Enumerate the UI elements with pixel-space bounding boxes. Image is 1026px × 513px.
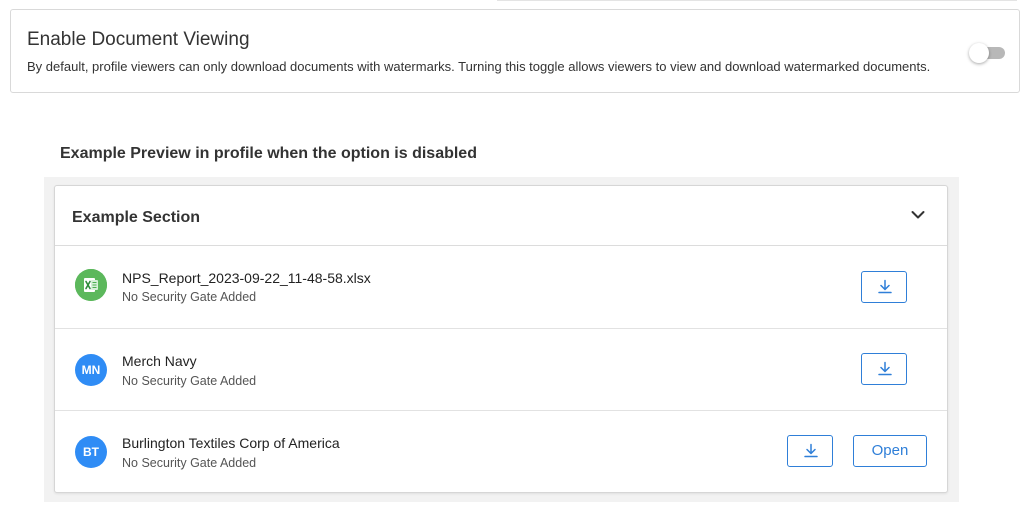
section-title: Example Section: [72, 209, 201, 226]
toggle-knob: [969, 43, 989, 63]
document-row: BT Burlington Textiles Corp of America N…: [55, 411, 947, 493]
download-icon: [804, 443, 818, 458]
open-button[interactable]: Open: [853, 435, 927, 467]
top-divider: [497, 0, 1017, 1]
download-button[interactable]: [861, 271, 907, 303]
document-name: Burlington Textiles Corp of America: [122, 435, 340, 451]
document-row: MN Merch Navy No Security Gate Added: [55, 329, 947, 411]
security-status: No Security Gate Added: [122, 456, 257, 470]
download-icon: [878, 279, 892, 294]
avatar: MN: [75, 354, 107, 386]
setting-title: Enable Document Viewing: [27, 29, 250, 50]
security-status: No Security Gate Added: [122, 374, 257, 388]
download-button[interactable]: [787, 435, 833, 467]
document-viewing-toggle[interactable]: [969, 42, 1007, 64]
document-name: Merch Navy: [122, 353, 197, 369]
preview-heading: Example Preview in profile when the opti…: [60, 145, 477, 162]
chevron-down-icon[interactable]: [911, 210, 925, 220]
example-section-card: Example Section NPS_Report_2023-09-22_11…: [54, 185, 948, 493]
excel-file-icon: [75, 269, 107, 301]
section-header[interactable]: Example Section: [55, 186, 947, 246]
document-name: NPS_Report_2023-09-22_11-48-58.xlsx: [122, 270, 371, 286]
security-status: No Security Gate Added: [122, 290, 257, 304]
avatar: BT: [75, 436, 107, 468]
download-button[interactable]: [861, 353, 907, 385]
document-row: NPS_Report_2023-09-22_11-48-58.xlsx No S…: [55, 246, 947, 329]
enable-document-viewing-card: Enable Document Viewing By default, prof…: [10, 9, 1020, 93]
download-icon: [878, 361, 892, 376]
setting-description: By default, profile viewers can only dow…: [27, 59, 931, 74]
